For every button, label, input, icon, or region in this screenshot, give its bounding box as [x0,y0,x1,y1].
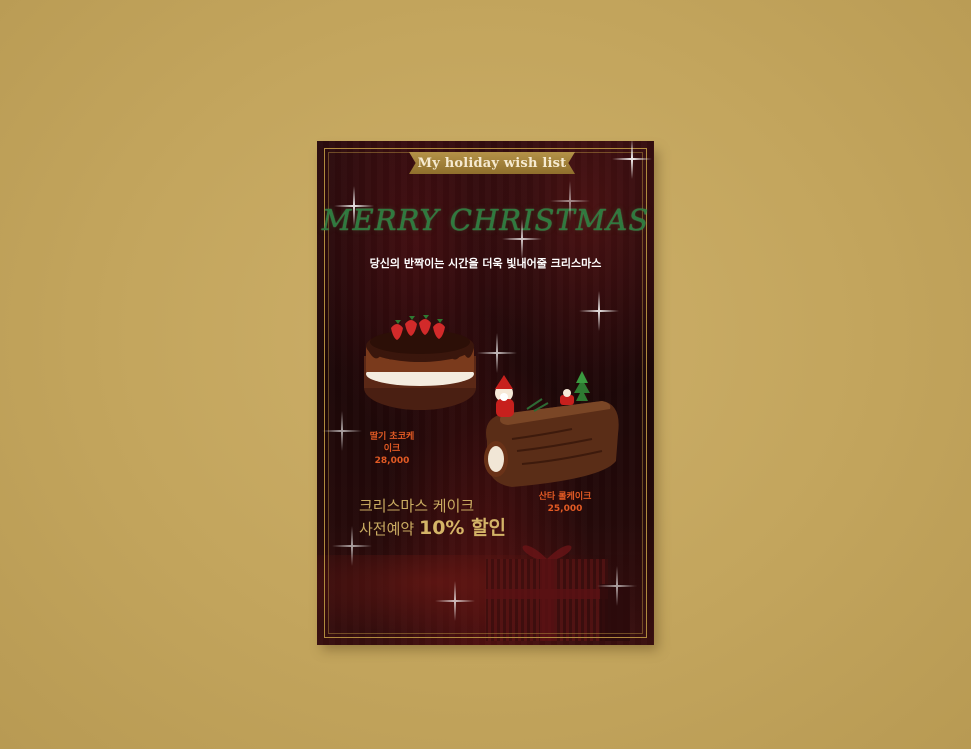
promo-line1: 크리스마스 케이크 [359,497,475,515]
mockup-scene: My holiday wish list MERRY CHRISTMAS 당신의… [0,0,971,749]
sparkle-icon [502,219,542,259]
product-label-santa-roll: 산타 롤케이크 25,000 [535,491,595,515]
poster-subtitle: 당신의 반짝이는 시간을 더욱 빛내어줄 크리스마스 [369,257,602,270]
strawberry-cake-icon [364,315,476,410]
product-price: 25,000 [547,504,583,514]
sparkle-icon [332,526,372,566]
sparkle-icon [597,566,637,606]
product-price: 28,000 [374,456,410,466]
promo-discount: 10% 할인 [418,517,507,539]
sparkle-icon [612,141,652,179]
product-name: 산타 롤케이크 [538,492,592,502]
christmas-poster: My holiday wish list MERRY CHRISTMAS 당신의… [317,141,654,645]
sparkle-icon [550,181,590,221]
santa-roll-cake-icon [484,371,619,487]
sparkle-icon [334,186,374,226]
sparkle-icon [579,291,619,331]
sparkle-icon [435,581,475,621]
sparkle-icon [322,411,362,451]
promo-line2: 사전예약 10% 할인 [359,517,506,540]
promo-text: 크리스마스 케이크 사전예약 10% 할인 [359,495,506,540]
sparkle-icon [477,333,517,373]
product-label-strawberry-choco: 딸기 초코케이크 28,000 [367,431,417,467]
product-name: 딸기 초코케이크 [369,432,415,454]
wish-list-ribbon: My holiday wish list [409,152,575,174]
